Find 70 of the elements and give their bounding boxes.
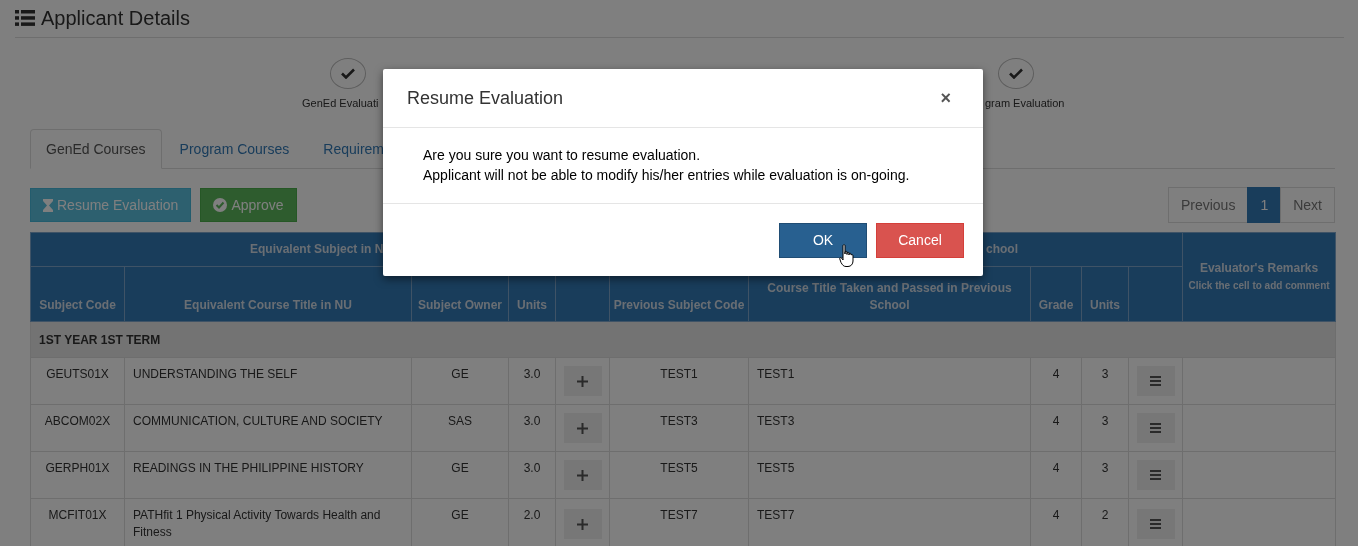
table-cell: 3.0	[508, 357, 556, 405]
page-link[interactable]: 1	[1247, 187, 1282, 223]
add-button[interactable]	[563, 509, 602, 539]
table-cell: 4	[1030, 451, 1082, 499]
menu-button[interactable]	[1136, 366, 1175, 396]
check-icon	[1009, 68, 1023, 79]
column-header: Grade	[1030, 266, 1082, 322]
table-cell: TEST3	[748, 404, 1031, 452]
menu-icon	[1150, 423, 1162, 433]
table-cell: 3.0	[508, 451, 556, 499]
column-header: Subject Code	[30, 266, 125, 322]
dialog-button[interactable]: OK	[779, 223, 867, 258]
menu-button[interactable]	[1136, 460, 1175, 490]
dialog-message: Are you sure you want to resume evaluation.	[423, 146, 702, 165]
page-link[interactable]: Next	[1280, 187, 1335, 223]
column-header: Units	[1081, 266, 1129, 322]
add-button[interactable]	[563, 413, 602, 443]
page-title: Applicant Details	[41, 6, 190, 30]
table-cell: TEST1	[609, 357, 749, 405]
table-cell: SAS	[411, 404, 509, 452]
hand-cursor-icon	[839, 244, 855, 268]
table-cell: MCFIT01X	[30, 498, 125, 546]
menu-icon	[1150, 470, 1162, 480]
table-cell: TEST5	[609, 451, 749, 499]
table-cell: 4	[1030, 404, 1082, 452]
page-link[interactable]: Previous	[1167, 187, 1249, 223]
table-cell: GERPH01X	[30, 451, 125, 499]
table-cell: TEST1	[748, 357, 1031, 405]
table-cell: 3	[1081, 404, 1129, 452]
table-cell: UNDERSTANDING THE SELF	[124, 357, 412, 405]
menu-icon	[1150, 519, 1162, 529]
table-cell: 3	[1081, 451, 1129, 499]
step-label: gram Evaluation	[985, 97, 1065, 109]
dialog-title: Resume Evaluation	[407, 87, 564, 109]
add-button[interactable]	[563, 460, 602, 490]
table-cell: 3	[1081, 357, 1129, 405]
table-cell: ABCOM02X	[30, 404, 125, 452]
menu-button[interactable]	[1136, 509, 1175, 539]
check-icon	[341, 68, 355, 79]
tab[interactable]: GenEd Courses	[30, 129, 162, 169]
table-cell: TEST3	[609, 404, 749, 452]
table-cell: GE	[411, 357, 509, 405]
term-row: 1ST YEAR 1ST TERM	[30, 321, 1336, 358]
table-cell: TEST5	[748, 451, 1031, 499]
remarks-hint: Click the cell to add comment	[1187, 279, 1331, 293]
menu-button[interactable]	[1136, 413, 1175, 443]
plus-icon	[577, 469, 588, 481]
check-circle-icon	[213, 198, 228, 212]
table-cell: 3.0	[508, 404, 556, 452]
column-header: Equivalent Course Title in NU	[124, 266, 412, 322]
add-button[interactable]	[563, 366, 602, 396]
plus-icon	[577, 375, 588, 387]
close-button[interactable]: ×	[932, 87, 959, 109]
action-button[interactable]: Approve	[200, 188, 297, 222]
menu-icon	[1150, 376, 1162, 386]
step-label: GenEd Evaluati	[302, 97, 379, 109]
table-cell: GE	[411, 451, 509, 499]
action-button[interactable]: Resume Evaluation	[30, 188, 192, 222]
tab[interactable]: Program Courses	[163, 129, 306, 169]
dialog-message: Applicant will not be able to modify his/her entries while evaluation is on-going.	[423, 166, 911, 185]
list-icon	[15, 10, 35, 26]
dialog-button[interactable]: Cancel	[876, 223, 964, 258]
hourglass-icon	[43, 198, 53, 212]
plus-icon	[577, 422, 588, 434]
table-cell: GEUTS01X	[30, 357, 125, 405]
table-cell: READINGS IN THE PHILIPPINE HISTORY	[124, 451, 412, 499]
remarks-title: Evaluator's Remarks	[1198, 260, 1320, 277]
table-cell: COMMUNICATION, CULTURE AND SOCIETY	[124, 404, 412, 452]
plus-icon	[577, 518, 588, 530]
table-cell: 4	[1030, 357, 1082, 405]
